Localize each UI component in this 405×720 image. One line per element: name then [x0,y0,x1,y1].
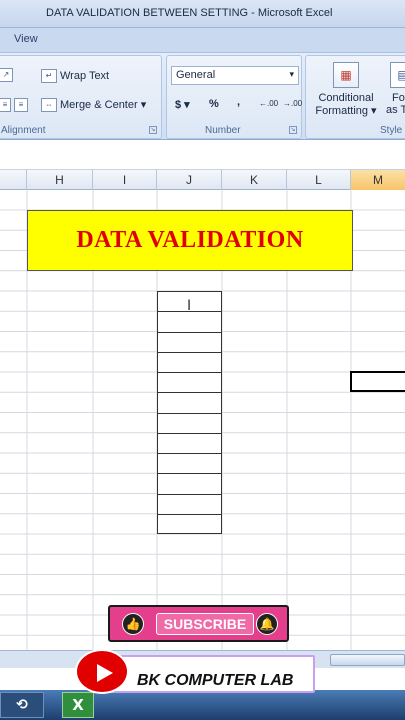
subscribe-label: SUBSCRIBE [156,613,254,635]
scrollbar-thumb[interactable] [330,654,405,666]
currency-symbol: $ [175,99,182,111]
table-cell[interactable] [158,333,221,353]
bell-icon: 🔔 [256,613,278,635]
group-number: General ▾ $ ▾ % , ←.00 →.00 Number ↘ [166,55,302,139]
table-cell[interactable] [158,474,221,495]
channel-name: BK COMPUTER LAB [137,672,294,689]
column-header-k[interactable]: K [222,170,287,190]
column-header-i[interactable]: I [93,170,157,190]
active-cell[interactable] [350,371,405,392]
number-format-select[interactable]: General ▾ [171,66,299,85]
comma-button[interactable]: , [237,96,240,108]
styles-group-label: Style [380,125,403,136]
group-styles: ▦ Conditional Formatting ▾ ▤ Fo as T Sty… [305,55,405,139]
number-format-value: General [176,69,216,81]
increase-indent-icon: ≡ [14,98,28,112]
indent-button[interactable]: ≡ ≡ [0,98,31,112]
table-cell[interactable] [158,414,221,434]
ribbon: ↗ ≡ ≡ ↵ Wrap Text ⇔ Merge & Center ▾ Alignm… [0,52,405,140]
column-header-j[interactable]: J [157,170,222,190]
decrease-indent-icon: ≡ [0,98,11,112]
wrap-text-button[interactable]: ↵ Wrap Text [41,69,109,83]
wrap-text-icon: ↵ [41,69,57,83]
bordered-table[interactable] [157,291,222,534]
conditional-label: Conditional [318,92,374,104]
subscribe-button[interactable]: 👍 SUBSCRIBE 🔔 [108,605,289,642]
table-cell[interactable] [158,393,221,414]
format-as-table-line2: as T [386,104,405,116]
table-cell[interactable] [158,515,221,535]
conditional-formatting-button[interactable]: ▦ Conditional Formatting ▾ [310,60,382,122]
table-cell[interactable] [158,454,221,475]
column-header-m[interactable]: M [351,170,405,190]
table-cell[interactable] [158,434,221,454]
window-title: DATA VALIDATION BETWEEN SETTING - Micros… [46,7,333,19]
orientation-icon: ↗ [0,68,13,82]
alignment-group-label: Alignment [1,125,46,136]
conditional-formatting-icon: ▦ [333,62,359,88]
merge-center-icon: ⇔ [41,98,57,113]
orientation-button[interactable]: ↗ [0,68,16,82]
group-alignment: ↗ ≡ ≡ ↵ Wrap Text ⇔ Merge & Center ▾ Alignm… [0,55,162,139]
text-cursor-icon: I [187,298,192,314]
format-as-table-line1: Fo [392,92,405,104]
column-header-h[interactable]: H [27,170,93,190]
title-bar: DATA VALIDATION BETWEEN SETTING - Micros… [0,0,405,28]
increase-decimal-button[interactable]: ←.00 [259,99,278,108]
decrease-decimal-label: .00 [291,99,303,108]
chevron-down-icon: ▾ [289,69,294,79]
table-cell[interactable] [158,495,221,515]
excel-icon[interactable]: X [62,692,94,718]
number-launcher-icon[interactable]: ↘ [289,126,297,134]
taskbar-app-icon[interactable]: ⟲ [0,692,44,718]
alignment-launcher-icon[interactable]: ↘ [149,126,157,134]
youtube-play-icon [75,649,129,694]
formula-bar-area [0,140,405,170]
table-cell[interactable] [158,312,221,333]
number-group-label: Number [205,125,241,136]
tab-view[interactable]: View [14,33,38,45]
column-header-stub[interactable] [0,170,27,190]
decrease-decimal-button[interactable]: →.00 [283,99,302,108]
title-banner: DATA VALIDATION [27,210,353,271]
channel-badge[interactable]: BK COMPUTER LAB [75,649,315,694]
like-icon: 👍 [122,613,144,635]
currency-button[interactable]: $ ▾ [175,98,190,111]
format-as-table-button[interactable]: ▤ Fo as T [386,60,405,122]
format-table-icon: ▤ [390,62,405,88]
banner-text: DATA VALIDATION [76,227,304,253]
column-header-l[interactable]: L [287,170,351,190]
table-cell[interactable] [158,373,221,394]
column-header-row: H I J K L M [0,170,405,190]
wrap-text-label: Wrap Text [60,69,110,82]
percent-button[interactable]: % [209,98,219,110]
merge-center-button[interactable]: ⇔ Merge & Center ▾ [41,98,146,113]
increase-decimal-label: .00 [267,99,279,108]
ribbon-tab-row: View [0,28,405,52]
merge-center-label: Merge & Center [60,99,138,111]
formatting-label: Formatting [315,105,368,117]
table-cell[interactable] [158,353,221,373]
